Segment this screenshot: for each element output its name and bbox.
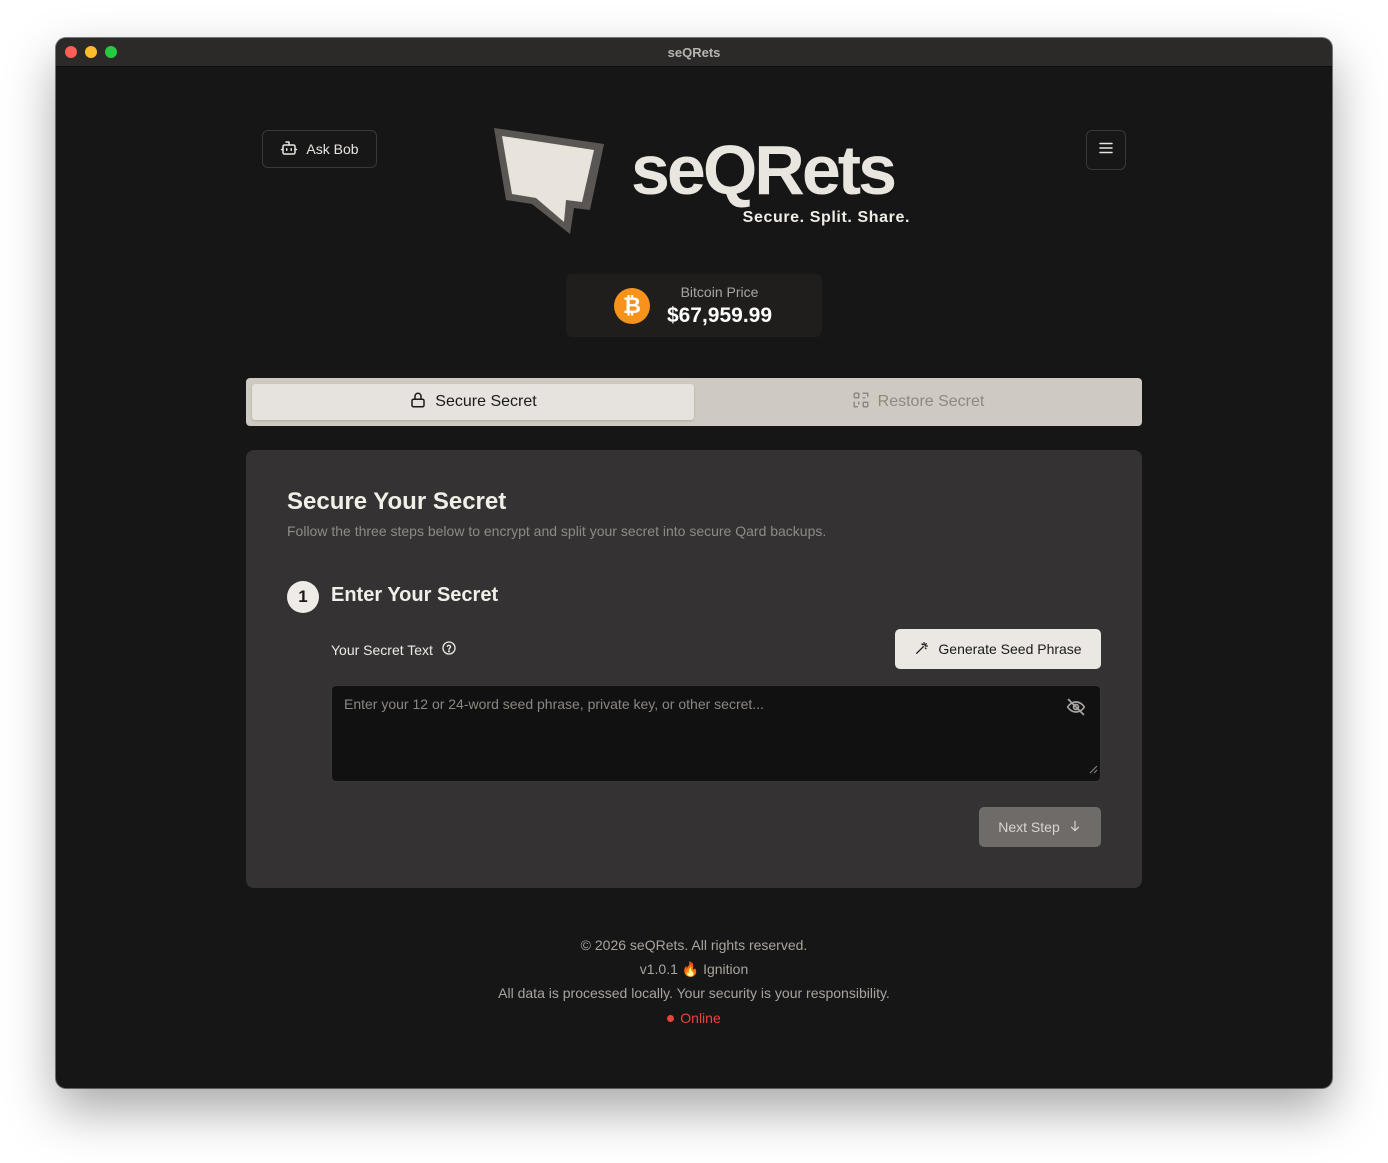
resize-handle-icon[interactable] (1088, 761, 1098, 779)
footer-copyright: © 2026 seQRets. All rights reserved. (580, 937, 808, 953)
secret-placeholder: Enter your 12 or 24-word seed phrase, pr… (344, 696, 764, 712)
tab-label: Secure Secret (435, 393, 537, 410)
tab-secure-secret[interactable]: Secure Secret (252, 384, 694, 420)
ask-bob-button[interactable]: Ask Bob (262, 130, 377, 168)
help-circle-icon[interactable] (441, 640, 457, 659)
step-title: Enter Your Secret (331, 584, 499, 606)
secret-textarea[interactable]: Enter your 12 or 24-word seed phrase, pr… (331, 685, 1101, 782)
brand-wordmark: seQRets (631, 131, 897, 209)
magic-wand-icon (914, 640, 930, 659)
card-subtitle: Follow the three steps below to encrypt … (287, 523, 827, 539)
tagline: Secure. Split. Share. (742, 209, 910, 226)
main-content: Ask Bob seQRets Secure. Split. Share. ₿ … (56, 66, 1332, 1088)
mode-tabs: Secure Secret Restore Secret (246, 378, 1142, 426)
price-label: Bitcoin Price (680, 284, 759, 300)
tab-label: Restore Secret (877, 393, 985, 410)
eye-off-icon[interactable] (1066, 697, 1086, 722)
qr-scan-icon (852, 391, 870, 414)
window-title: seQRets (667, 45, 721, 60)
lock-icon (409, 391, 427, 414)
robot-icon (280, 139, 298, 160)
status-text: Online (680, 1010, 721, 1026)
logo-speech-bubble-icon (490, 124, 610, 236)
generate-seed-phrase-button[interactable]: Generate Seed Phrase (895, 629, 1101, 669)
release-name: Ignition (703, 961, 749, 977)
next-step-button[interactable]: Next Step (979, 807, 1101, 847)
ask-bob-label: Ask Bob (306, 141, 359, 157)
hamburger-icon (1097, 139, 1115, 162)
footer-status: Online (56, 1010, 1332, 1026)
footer-version: v1.0.1 🔥 Ignition (56, 961, 1332, 978)
tab-restore-secret[interactable]: Restore Secret (700, 384, 1136, 420)
menu-button[interactable] (1086, 130, 1126, 170)
next-step-label: Next Step (998, 819, 1060, 835)
title-bar: seQRets (56, 38, 1332, 67)
secure-secret-card: Secure Your Secret Follow the three step… (246, 450, 1142, 888)
secret-field-label: Your Secret Text (331, 640, 457, 659)
field-label-text: Your Secret Text (331, 641, 433, 658)
step-number-badge: 1 (287, 581, 319, 613)
status-dot-icon (667, 1014, 675, 1022)
bitcoin-price-card: ₿ Bitcoin Price $67,959.99 (566, 274, 822, 337)
flame-icon: 🔥 (681, 961, 700, 977)
bitcoin-icon: ₿ (614, 288, 650, 324)
price-value: $67,959.99 (666, 304, 773, 327)
app-window: seQRets Ask Bob seQRets Secure. Split. S… (56, 38, 1332, 1088)
card-title: Secure Your Secret (287, 488, 507, 515)
arrow-down-icon (1068, 819, 1082, 836)
version-text: v1.0.1 (639, 961, 678, 977)
footer-notice: All data is processed locally. Your secu… (498, 985, 890, 1001)
generate-label: Generate Seed Phrase (938, 641, 1082, 657)
